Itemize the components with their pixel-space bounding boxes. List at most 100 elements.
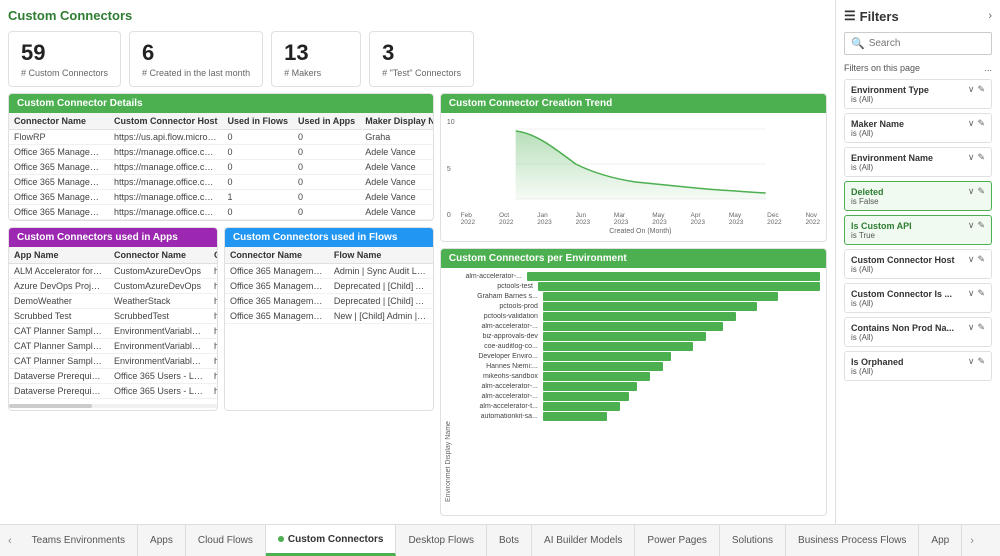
filter-item[interactable]: Contains Non Prod Na...∨✎is (All): [844, 317, 992, 347]
filter-item[interactable]: Is Custom API∨✎is True: [844, 215, 992, 245]
filter-item[interactable]: Deleted ∨✎is False: [844, 181, 992, 211]
bar-row: Graham Barnes s...: [456, 292, 820, 301]
filter-expand-icon[interactable]: ∨: [968, 118, 975, 129]
tab-nav-right[interactable]: ›: [962, 525, 982, 556]
filter-value: is (All): [851, 129, 985, 138]
bar-row: biz-approvals-dev: [456, 332, 820, 341]
kpi-card-0: 59 # Custom Connectors: [8, 31, 121, 87]
col-apps: Used in Apps: [293, 113, 360, 130]
filter-expand-icon[interactable]: ∨: [968, 254, 975, 265]
filter-expand-icon[interactable]: ∨: [968, 322, 975, 333]
tab-item-custom-connectors[interactable]: Custom Connectors: [266, 525, 397, 556]
filter-edit-icon[interactable]: ✎: [977, 84, 985, 95]
filter-name: Maker Name: [851, 119, 904, 129]
filter-item[interactable]: Custom Connector Is ...∨✎is (All): [844, 283, 992, 313]
filter-edit-icon[interactable]: ✎: [977, 186, 985, 197]
tab-item-business-process-flows[interactable]: Business Process Flows: [786, 525, 919, 556]
filter-name: Environment Name: [851, 153, 933, 163]
col-app-name: App Name: [9, 247, 109, 264]
bar-row: Hannes Niemi:...: [456, 362, 820, 371]
bar-chart-rows: alm-accelerator-...pctools-testGraham Ba…: [456, 272, 820, 506]
bar-fill: [543, 392, 629, 401]
tab-item-ai-builder-models[interactable]: AI Builder Models: [532, 525, 635, 556]
filter-expand-icon[interactable]: ∨: [968, 220, 975, 231]
tab-label: Apps: [150, 535, 173, 546]
table-row: Office 365 Management API Newhttps://man…: [9, 205, 433, 220]
kpi-row: 59 # Custom Connectors 6 # Created in th…: [8, 31, 827, 87]
filter-value: is (All): [851, 265, 985, 274]
filter-edit-icon[interactable]: ✎: [977, 152, 985, 163]
filters-title-row: ☰ Filters ›: [844, 8, 992, 24]
filter-item[interactable]: Custom Connector Host∨✎is (All): [844, 249, 992, 279]
filter-expand-icon[interactable]: ∨: [968, 186, 975, 197]
filter-name: Is Custom API: [851, 221, 912, 231]
filter-item[interactable]: Is Orphaned∨✎is (All): [844, 351, 992, 381]
filter-item[interactable]: Environment Type∨✎is (All): [844, 79, 992, 109]
bar-row: alm-accelerator-...: [456, 392, 820, 401]
filter-edit-icon[interactable]: ✎: [977, 220, 985, 231]
bar-row: alm-accelerator-...: [456, 272, 820, 281]
filter-name: Custom Connector Is ...: [851, 289, 952, 299]
kpi-card-2: 13 # Makers: [271, 31, 361, 87]
table-row: Office 365 Management APIhttps://manage.…: [9, 160, 433, 175]
tab-item-solutions[interactable]: Solutions: [720, 525, 786, 556]
tab-item-cloud-flows[interactable]: Cloud Flows: [186, 525, 266, 556]
filter-expand-icon[interactable]: ∨: [968, 356, 975, 367]
col-flow-name: Flow Name: [329, 247, 433, 264]
filter-item[interactable]: Maker Name ∨✎is (All): [844, 113, 992, 143]
col-connector-name-apps: Connector Name: [109, 247, 209, 264]
col-host: Custom Connector Host: [109, 113, 223, 130]
apps-table-section: Custom Connectors used in Apps App Name …: [8, 227, 218, 411]
table-row: CAT Planner Sample AppEnvironmentVariabl…: [9, 354, 217, 369]
filter-edit-icon[interactable]: ✎: [977, 254, 985, 265]
filter-value: is (All): [851, 163, 985, 172]
tab-item-bots[interactable]: Bots: [487, 525, 532, 556]
bar-fill: [543, 302, 757, 311]
right-panel: Custom Connector Creation Trend 10 5 0: [440, 93, 827, 516]
bar-fill: [543, 312, 736, 321]
bar-row: alm-accelerator-...: [456, 322, 820, 331]
left-panel: Custom Connector Details Connector Name …: [8, 93, 434, 516]
kpi-value-3: 3: [382, 40, 461, 66]
kpi-value-0: 59: [21, 40, 108, 66]
trend-x-axis-label: Created On (Month): [461, 228, 820, 235]
search-box[interactable]: 🔍: [844, 32, 992, 55]
kpi-label-1: # Created in the last month: [142, 68, 250, 78]
filter-expand-icon[interactable]: ∨: [968, 152, 975, 163]
filter-edit-icon[interactable]: ✎: [977, 288, 985, 299]
flows-header: Custom Connectors used in Flows: [225, 228, 433, 247]
tab-item-power-pages[interactable]: Power Pages: [635, 525, 719, 556]
kpi-value-1: 6: [142, 40, 250, 66]
filter-value: is False: [851, 197, 985, 206]
search-icon: 🔍: [851, 37, 865, 50]
filter-item[interactable]: Environment Name ∨✎is (All): [844, 147, 992, 177]
filters-expand-icon[interactable]: ›: [988, 10, 992, 22]
filter-edit-icon[interactable]: ✎: [977, 356, 985, 367]
col-flow-connector: Connector Name: [225, 247, 329, 264]
middle-row: Custom Connector Details Connector Name …: [8, 93, 827, 516]
tab-item-desktop-flows[interactable]: Desktop Flows: [396, 525, 487, 556]
tab-nav-left[interactable]: ‹: [0, 525, 20, 556]
search-input[interactable]: [869, 38, 1000, 49]
filter-expand-icon[interactable]: ∨: [968, 288, 975, 299]
per-env-header: Custom Connectors per Environment: [441, 249, 826, 268]
bar-fill: [543, 382, 637, 391]
filters-sidebar: ☰ Filters › 🔍 Filters on this page ... E…: [835, 0, 1000, 524]
per-env-section: Custom Connectors per Environment Enviro…: [440, 248, 827, 516]
filter-edit-icon[interactable]: ✎: [977, 322, 985, 333]
bar-row: alm-accelerator-...: [456, 382, 820, 391]
filter-icon: ☰: [844, 8, 856, 24]
filter-name: Deleted: [851, 187, 884, 197]
bar-fill: [543, 402, 620, 411]
filter-edit-icon[interactable]: ✎: [977, 118, 985, 129]
tab-label: Teams Environments: [32, 535, 125, 546]
filter-expand-icon[interactable]: ∨: [968, 84, 975, 95]
kpi-label-2: # Makers: [284, 68, 348, 78]
bar-row: pctools-test: [456, 282, 820, 291]
tab-item-app[interactable]: App: [919, 525, 962, 556]
page-title: Custom Connectors: [8, 8, 827, 23]
bar-fill: [527, 272, 820, 281]
tab-item-teams-environments[interactable]: Teams Environments: [20, 525, 138, 556]
tab-label: Custom Connectors: [288, 534, 384, 545]
tab-item-apps[interactable]: Apps: [138, 525, 186, 556]
